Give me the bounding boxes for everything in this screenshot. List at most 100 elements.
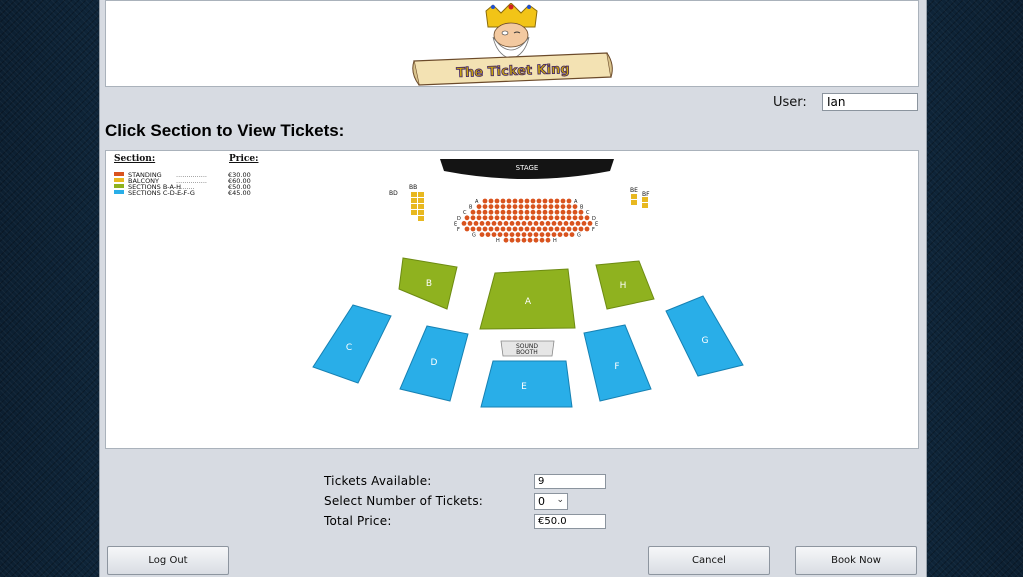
standing-seat[interactable] [512,215,518,221]
standing-seat[interactable] [491,232,497,237]
standing-seat[interactable] [509,232,515,237]
standing-seat[interactable] [524,226,530,232]
standing-seat[interactable] [509,221,515,226]
standing-seat[interactable] [506,215,512,221]
standing-seat[interactable] [530,215,536,221]
standing-seat[interactable] [542,209,548,215]
standing-seat[interactable] [530,226,536,232]
section-c[interactable]: C [312,304,392,384]
standing-seat[interactable] [548,215,554,221]
standing-seat[interactable] [536,215,542,221]
section-g[interactable]: G [665,295,744,377]
section-b[interactable]: B [398,257,458,310]
standing-seat[interactable] [548,204,554,209]
standing-seat[interactable] [560,209,566,215]
standing-seat[interactable] [542,198,548,204]
standing-seat[interactable] [578,226,584,232]
standing-seat[interactable] [566,215,572,221]
standing-seat[interactable] [563,221,569,226]
standing-seat[interactable] [551,232,557,237]
standing-seat[interactable] [530,198,536,204]
standing-seat[interactable] [569,221,575,226]
standing-seat[interactable] [503,221,509,226]
section-e[interactable]: E [480,360,573,408]
standing-seat[interactable] [566,226,572,232]
standing-seat[interactable] [566,204,572,209]
standing-seat[interactable] [539,232,545,237]
standing-seat[interactable] [500,209,506,215]
standing-seat[interactable] [503,232,509,237]
standing-seat[interactable] [554,215,560,221]
standing-seat[interactable] [494,226,500,232]
standing-seat[interactable] [482,215,488,221]
standing-seat[interactable] [560,198,566,204]
section-a[interactable]: A [479,268,576,330]
standing-seat[interactable] [473,221,479,226]
standing-seat[interactable] [539,237,545,243]
standing-seat[interactable] [515,237,521,243]
standing-seat[interactable] [533,237,539,243]
standing-seat[interactable] [572,215,578,221]
section-h[interactable]: H [595,260,655,310]
standing-seat[interactable] [542,215,548,221]
standing-seat[interactable] [554,198,560,204]
standing-seat[interactable] [500,204,506,209]
section-f[interactable]: F [583,324,652,402]
standing-seat[interactable] [506,209,512,215]
standing-seat[interactable] [494,209,500,215]
standing-seat[interactable] [494,215,500,221]
logout-button[interactable]: Log Out [107,546,229,575]
standing-seat[interactable] [476,215,482,221]
standing-seat[interactable] [536,198,542,204]
standing-seat[interactable] [530,209,536,215]
standing-seat[interactable] [536,226,542,232]
standing-seat[interactable] [575,221,581,226]
standing-seat[interactable] [506,226,512,232]
standing-seat[interactable] [518,209,524,215]
standing-seat[interactable] [539,221,545,226]
standing-seat[interactable] [557,221,563,226]
section-d[interactable]: D [399,325,469,402]
standing-seat[interactable] [488,226,494,232]
standing-seat[interactable] [554,204,560,209]
standing-seat[interactable] [461,221,467,226]
standing-seat[interactable] [485,232,491,237]
standing-seat[interactable] [542,204,548,209]
standing-seat[interactable] [482,198,488,204]
standing-seat[interactable] [512,209,518,215]
standing-seat[interactable] [512,198,518,204]
standing-seat[interactable] [560,226,566,232]
standing-seat[interactable] [533,221,539,226]
standing-seat[interactable] [479,221,485,226]
standing-seat[interactable] [476,209,482,215]
standing-seat[interactable] [536,204,542,209]
standing-seat[interactable] [536,209,542,215]
standing-seat[interactable] [521,237,527,243]
standing-seat[interactable] [488,198,494,204]
standing-seat[interactable] [524,198,530,204]
standing-seat[interactable] [548,209,554,215]
standing-seat[interactable] [518,226,524,232]
standing-seat[interactable] [518,215,524,221]
standing-seat[interactable] [542,226,548,232]
standing-seat[interactable] [467,221,473,226]
book-now-button[interactable]: Book Now [795,546,917,575]
standing-seat[interactable] [515,232,521,237]
standing-seat[interactable] [506,204,512,209]
standing-seat[interactable] [554,209,560,215]
standing-seat[interactable] [479,232,485,237]
standing-seat[interactable] [494,198,500,204]
standing-seat[interactable] [554,226,560,232]
standing-seat[interactable] [476,226,482,232]
standing-seat[interactable] [482,204,488,209]
standing-seat[interactable] [482,226,488,232]
standing-seat[interactable] [512,226,518,232]
standing-seat[interactable] [503,237,509,243]
standing-seat[interactable] [470,215,476,221]
standing-seat[interactable] [488,215,494,221]
standing-seat[interactable] [488,209,494,215]
standing-seat[interactable] [488,204,494,209]
standing-seat[interactable] [560,215,566,221]
standing-seat[interactable] [518,204,524,209]
standing-seat[interactable] [566,198,572,204]
